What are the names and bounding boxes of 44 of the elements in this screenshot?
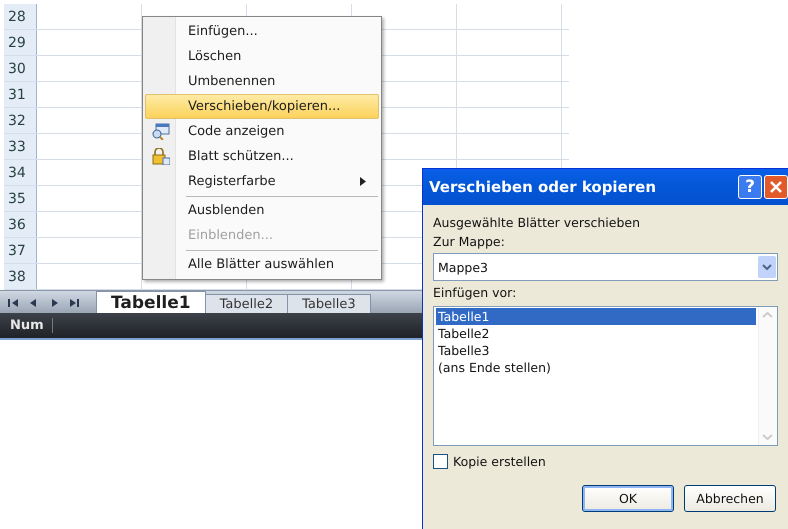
padlock-icon xyxy=(152,148,170,165)
row-number: 29 xyxy=(4,30,37,55)
submenu-arrow-icon xyxy=(360,177,366,186)
chevron-down-icon xyxy=(762,264,772,270)
status-mode: Num xyxy=(0,318,53,333)
close-icon xyxy=(769,180,783,194)
row-number: 36 xyxy=(4,212,37,237)
menu-item[interactable]: Einfügen... xyxy=(145,19,379,44)
copy-label: Kopie erstellen xyxy=(453,454,546,469)
dialog-title: Verschieben oder kopieren xyxy=(429,178,657,196)
menu-item[interactable]: Umbenennen xyxy=(145,69,379,94)
row-number: 38 xyxy=(4,264,37,289)
menu-item[interactable]: Code anzeigen xyxy=(145,119,379,144)
sheet-tab[interactable]: Tabelle1 xyxy=(96,291,206,313)
menu-item[interactable]: Ausblenden xyxy=(145,194,379,223)
row-number: 31 xyxy=(4,82,37,107)
menu-item[interactable]: Registerfarbe xyxy=(145,169,379,194)
close-button[interactable] xyxy=(764,175,788,199)
row-number: 37 xyxy=(4,238,37,263)
help-button[interactable]: ? xyxy=(738,175,762,199)
intro-text: Ausgewählte Blätter verschieben xyxy=(433,215,642,230)
copy-checkbox[interactable] xyxy=(433,454,448,469)
menu-item[interactable]: Verschieben/kopieren... xyxy=(145,94,379,119)
workbook-label: Zur Mappe: xyxy=(433,234,506,249)
dialog-button[interactable]: OK xyxy=(582,485,674,512)
menu-item[interactable]: Alle Blätter auswählen xyxy=(145,248,379,277)
row-number: 32 xyxy=(4,108,37,133)
row-number: 35 xyxy=(4,186,37,211)
workbook-dropdown[interactable]: Mappe3 xyxy=(433,253,778,281)
list-item[interactable]: (ans Ende stellen) xyxy=(436,359,756,376)
row-number: 28 xyxy=(4,4,37,29)
code-window-icon xyxy=(152,123,170,140)
sheet-tab[interactable]: Tabelle2 xyxy=(204,294,288,313)
list-item[interactable]: Tabelle1 xyxy=(436,308,756,325)
list-item[interactable]: Tabelle2 xyxy=(436,325,756,342)
row-number: 30 xyxy=(4,56,37,81)
list-item[interactable]: Tabelle3 xyxy=(436,342,756,359)
insert-before-label: Einfügen vor: xyxy=(433,285,518,300)
row-number: 33 xyxy=(4,134,37,159)
row-number: 34 xyxy=(4,160,37,185)
dialog-button[interactable]: Abbrechen xyxy=(684,485,776,512)
sheet-tab[interactable]: Tabelle3 xyxy=(287,294,371,313)
menu-item[interactable]: Löschen xyxy=(145,44,379,69)
menu-item[interactable]: Blatt schützen... xyxy=(145,144,379,169)
